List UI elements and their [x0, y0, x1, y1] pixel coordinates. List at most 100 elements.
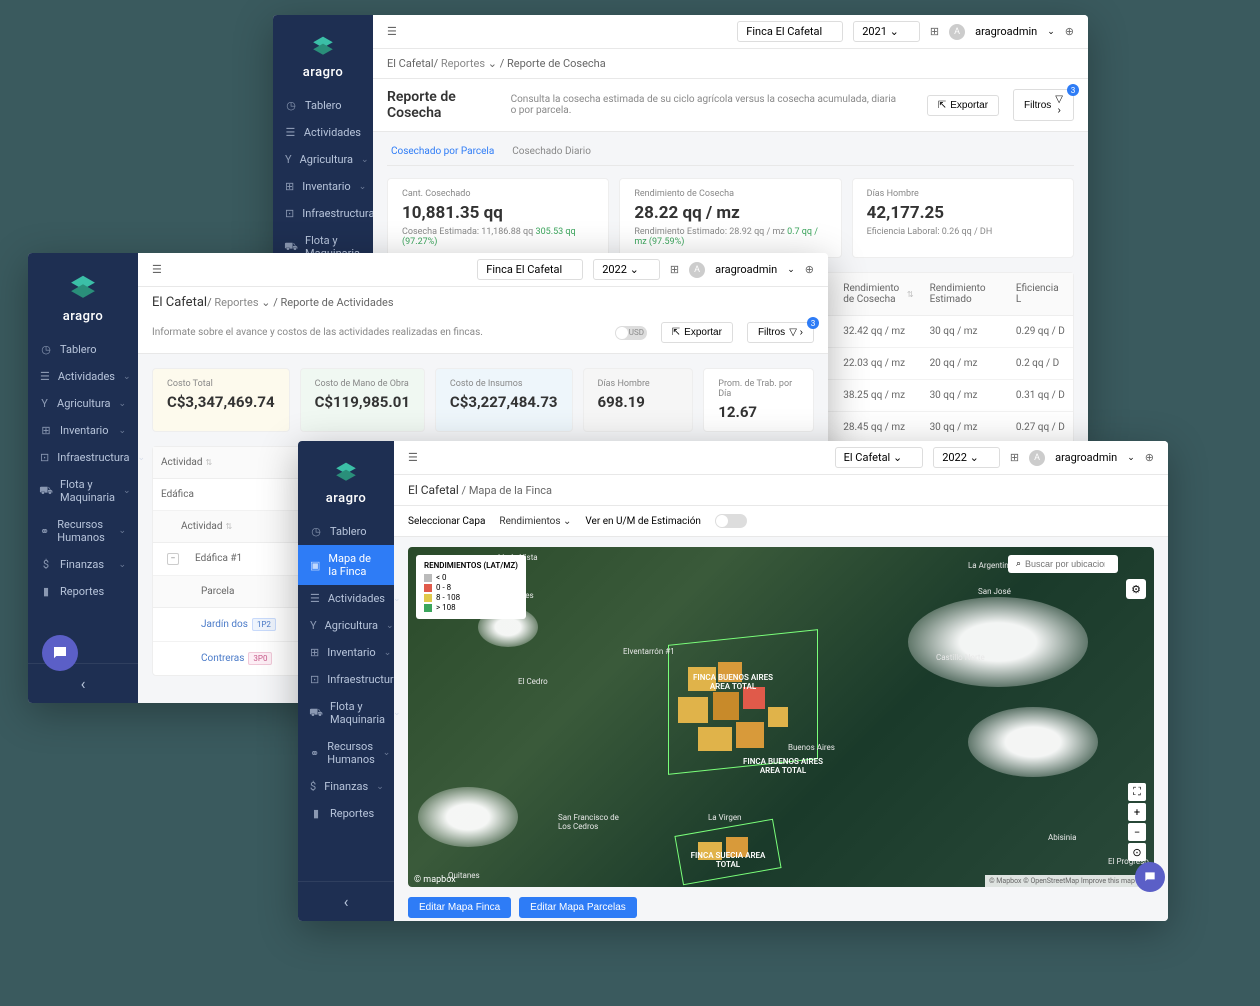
nav-tablero[interactable]: ◷Tablero: [298, 518, 394, 545]
chat-icon: [51, 644, 69, 662]
topbar: ☰ Finca El Cafetal 2021 ⌄ ⊞ A aragroadmi…: [373, 15, 1088, 49]
nav-finanzas[interactable]: $Finanzas⌄: [28, 551, 138, 578]
collapse-sidebar[interactable]: ‹: [28, 663, 138, 703]
nav-rrhh[interactable]: ⚭Recursos Humanos⌄: [298, 733, 394, 773]
collapse-icon[interactable]: −: [167, 553, 179, 565]
year-select[interactable]: 2021 ⌄: [853, 21, 920, 42]
nav-reportes[interactable]: ▮Reportes: [298, 800, 394, 827]
logo-text: aragro: [298, 491, 394, 506]
zoom-out-button[interactable]: −: [1128, 823, 1146, 841]
nav-flota[interactable]: ⛟Flota y Maquinaria⌄: [298, 693, 394, 733]
year-select[interactable]: 2022 ⌄: [933, 447, 1000, 468]
crumb-reportes[interactable]: Reportes: [214, 296, 258, 309]
logo-icon: [66, 269, 100, 303]
main: ☰ El Cafetal ⌄ 2022 ⌄ ⊞ A aragroadmin⌄ ⊕…: [394, 441, 1168, 921]
sidebar: aragro ◷Tablero ▣Mapa de la Finca ☰Activ…: [298, 441, 394, 921]
logo-icon: [332, 457, 360, 485]
map[interactable]: Linda Vista Los Limones El Cedro Elventa…: [408, 547, 1154, 887]
zoom-in-button[interactable]: +: [1128, 803, 1146, 821]
topbar: ☰ El Cafetal ⌄ 2022 ⌄ ⊞ A aragroadmin⌄ ⊕: [394, 441, 1168, 475]
filters-button[interactable]: Filtros ▽ ›: [1013, 89, 1074, 121]
avatar[interactable]: A: [689, 262, 705, 278]
um-toggle[interactable]: [715, 514, 747, 528]
nav-reportes[interactable]: ▮Reportes: [28, 578, 138, 605]
mapbox-attrib: © mapbox: [414, 875, 456, 885]
finca-select[interactable]: Finca El Cafetal: [477, 259, 583, 280]
chat-widget[interactable]: [1135, 862, 1165, 892]
map-search-input[interactable]: [1025, 559, 1105, 569]
stat-dias-hombre: Días Hombre698.19: [583, 368, 694, 432]
layer-select[interactable]: Rendimientos ⌄: [499, 516, 571, 527]
user-name[interactable]: aragroadmin: [975, 25, 1037, 38]
edit-mapa-finca-button[interactable]: Editar Mapa Finca: [408, 897, 511, 918]
year-select[interactable]: 2022 ⌄: [593, 259, 660, 280]
nav-agricultura[interactable]: YAgricultura⌄: [273, 146, 373, 173]
nav-inventario[interactable]: ⊞Inventario⌄: [28, 417, 138, 444]
nav-actividades[interactable]: ☰Actividades: [273, 119, 373, 146]
export-button[interactable]: ⇱ Exportar: [927, 95, 999, 116]
filters-button[interactable]: Filtros ▽ ›: [747, 322, 814, 343]
nav-actividades[interactable]: ☰Actividades⌄: [28, 363, 138, 390]
map-label: San José: [978, 587, 1011, 596]
currency-toggle[interactable]: USD: [615, 326, 647, 340]
sidebar-toggle-icon[interactable]: ☰: [387, 25, 397, 38]
nav: ◷Tablero ☰Actividades⌄ YAgricultura⌄ ⊞In…: [28, 336, 138, 663]
finca-select[interactable]: El Cafetal ⌄: [835, 447, 924, 468]
sidebar-toggle-icon[interactable]: ☰: [408, 451, 418, 464]
nav-finanzas[interactable]: $Finanzas⌄: [298, 773, 394, 800]
globe-icon[interactable]: ⊕: [1065, 25, 1074, 38]
finca-select[interactable]: Finca El Cafetal: [737, 21, 843, 42]
globe-icon[interactable]: ⊕: [805, 263, 814, 276]
nav-agricultura[interactable]: YAgricultura⌄: [298, 612, 394, 639]
nav-inventario[interactable]: ⊞Inventario⌄: [298, 639, 394, 666]
map-label: Elventarrón #1: [623, 647, 675, 656]
tab-parcela[interactable]: Cosechado por Parcela: [391, 146, 494, 157]
fullscreen-button[interactable]: ⛶: [1128, 783, 1146, 801]
nav-flota[interactable]: ⛟Flota y Maquinaria⌄: [28, 471, 138, 511]
user-name[interactable]: aragroadmin: [1055, 451, 1117, 464]
legend-row: < 0: [424, 573, 518, 582]
sidebar: aragro ◷Tablero ☰Actividades⌄ YAgricultu…: [28, 253, 138, 703]
export-button[interactable]: ⇱ Exportar: [661, 322, 733, 343]
apps-icon[interactable]: ⊞: [670, 263, 679, 276]
edit-mapa-parcelas-button[interactable]: Editar Mapa Parcelas: [519, 897, 637, 918]
apps-icon[interactable]: ⊞: [1010, 451, 1019, 464]
nav-agricultura[interactable]: YAgricultura⌄: [28, 390, 138, 417]
breadcrumb: El Cafetal / Mapa de la Finca: [394, 475, 1168, 506]
nav-infraestructura[interactable]: ⊡Infraestructura⌄: [298, 666, 394, 693]
stat-rendimiento: Rendimiento de Cosecha 28.22 qq / mz Ren…: [619, 178, 841, 258]
nav-infraestructura[interactable]: ⊡Infraestructura⌄: [28, 444, 138, 471]
user-name[interactable]: aragroadmin: [715, 263, 777, 276]
parcel-link[interactable]: Contreras: [201, 653, 244, 664]
logo-icon: [309, 31, 337, 59]
parcel-link[interactable]: Jardín dos: [201, 619, 248, 630]
map-content: Linda Vista Los Limones El Cedro Elventa…: [394, 537, 1168, 921]
map-label: El Cedro: [518, 677, 548, 686]
nav-rrhh[interactable]: ⚭Recursos Humanos⌄: [28, 511, 138, 551]
nav-tablero[interactable]: ◷Tablero: [28, 336, 138, 363]
avatar[interactable]: A: [949, 24, 965, 40]
crumb-reportes[interactable]: Reportes: [441, 57, 485, 70]
nav-mapa[interactable]: ▣Mapa de la Finca: [298, 545, 394, 585]
map-label: Castillo Norte: [936, 653, 985, 662]
chat-widget[interactable]: [42, 635, 78, 671]
breadcrumb: El Cafetal/ Reportes ⌄ / Reporte de Acti…: [138, 287, 828, 312]
tab-diario[interactable]: Cosechado Diario: [512, 146, 591, 157]
stat-dias: Días Hombre 42,177.25 Eficiencia Laboral…: [852, 178, 1074, 258]
farm-label: FINCA BUENOS AIRES AREA TOTAL: [738, 757, 828, 775]
map-search[interactable]: ⌕: [1008, 555, 1118, 573]
sidebar-toggle-icon[interactable]: ☰: [152, 263, 162, 276]
globe-icon[interactable]: ⊕: [1145, 451, 1154, 464]
nav-tablero[interactable]: ◷Tablero: [273, 92, 373, 119]
apps-icon[interactable]: ⊞: [930, 25, 939, 38]
tabs: Cosechado por Parcela Cosechado Diario: [387, 146, 1074, 166]
compass-button[interactable]: ⊙: [1128, 843, 1146, 861]
avatar[interactable]: A: [1029, 450, 1045, 466]
nav-infraestructura[interactable]: ⊡Infraestructura: [273, 200, 373, 227]
topbar: ☰ Finca El Cafetal 2022 ⌄ ⊞ A aragroadmi…: [138, 253, 828, 287]
map-label: Buenos Aires: [788, 743, 835, 752]
nav-inventario[interactable]: ⊞Inventario⌄: [273, 173, 373, 200]
collapse-sidebar[interactable]: ‹: [298, 881, 394, 921]
nav-actividades[interactable]: ☰Actividades⌄: [298, 585, 394, 612]
map-layer-button[interactable]: ⚙: [1126, 579, 1146, 599]
